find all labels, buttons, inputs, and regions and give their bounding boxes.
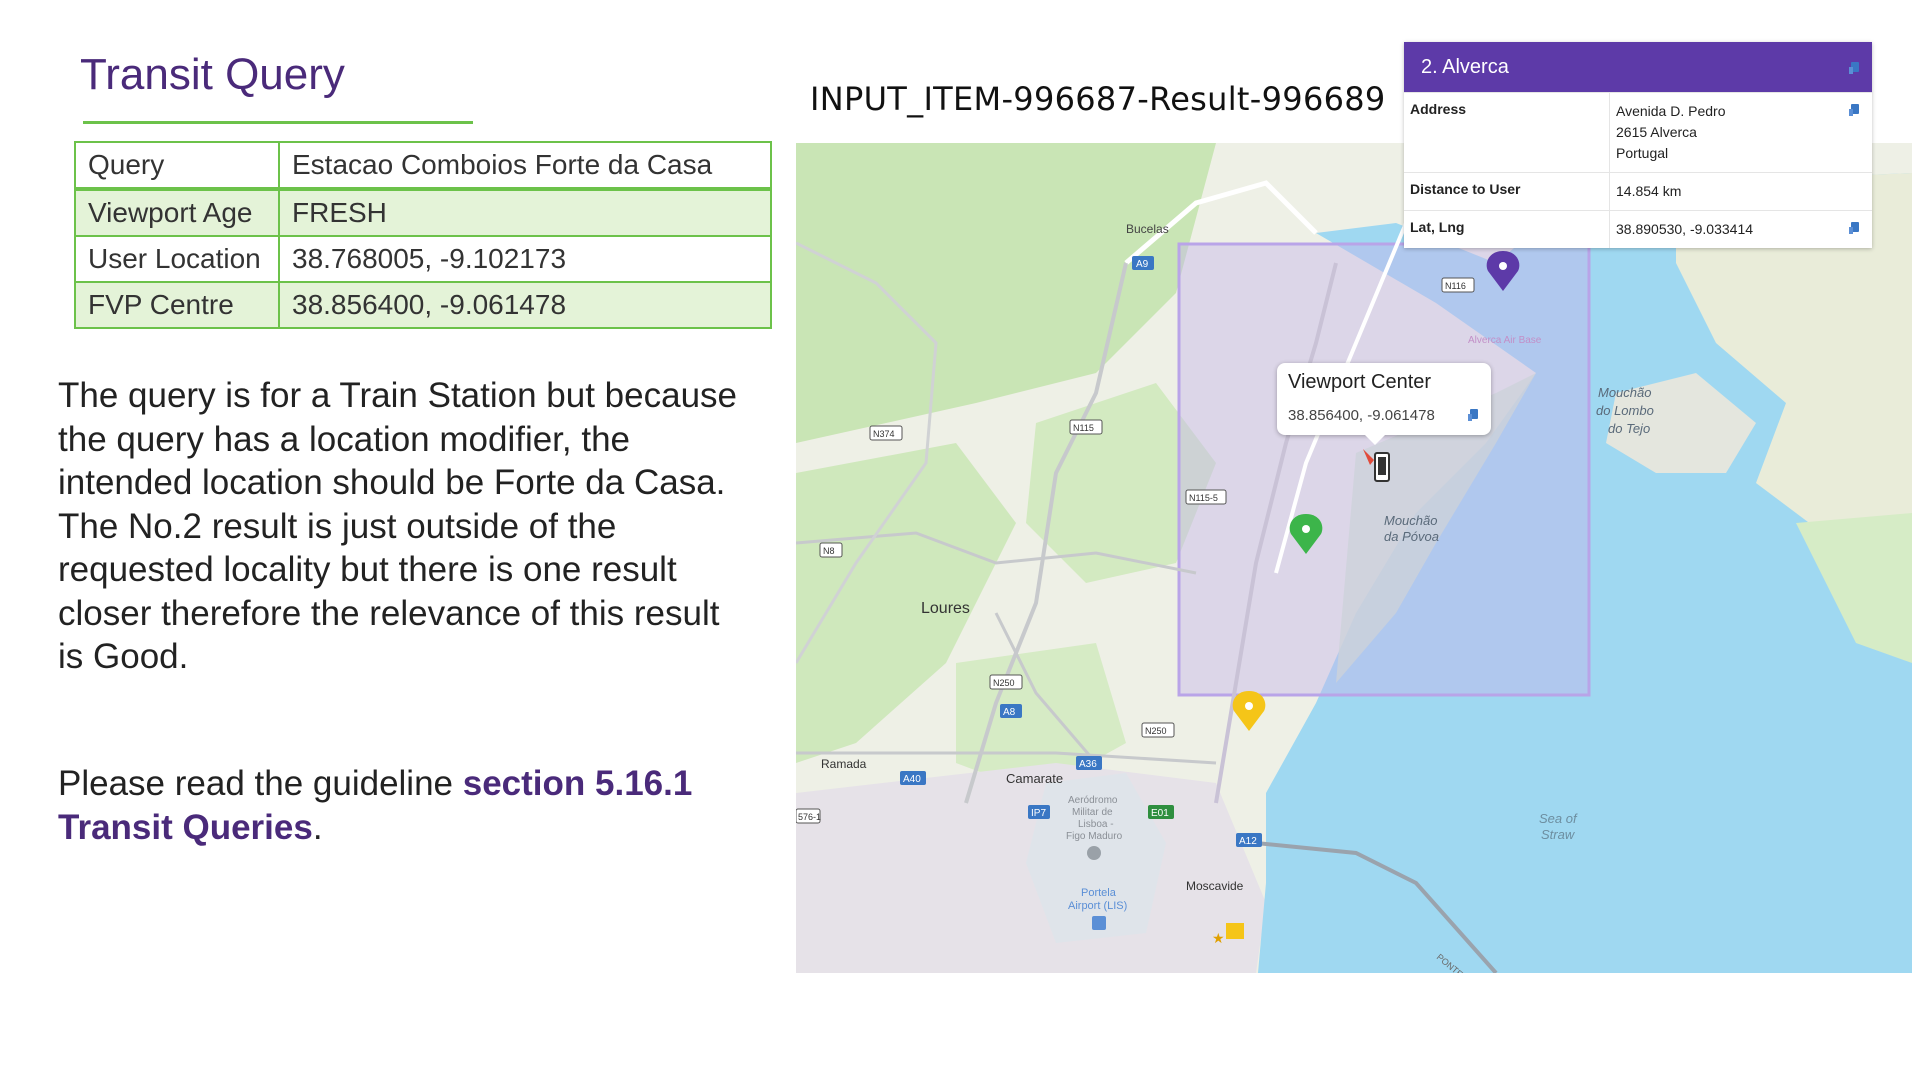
map-label-aerodromo-1: Aeródromo [1068,795,1118,806]
title-underline [83,121,473,124]
user-location-label: User Location [74,235,280,283]
svg-text:N250: N250 [1145,726,1167,736]
explanation-paragraph-1: The query is for a Train Station but bec… [58,376,737,502]
map-view[interactable]: Bucelas Loures Ramada Camarate Moscavide… [796,143,1912,973]
map-label-ramada: Ramada [821,757,867,771]
result-latlng-row: Lat, Lng 38.890530, -9.033414 [1404,210,1872,248]
map-label-portela-2: Airport (LIS) [1068,900,1127,912]
guideline-prefix: Please read the guideline [58,764,463,803]
map-label-mouchao-lombo-1: Mouchão [1598,385,1651,400]
address-line: 2615 Alverca [1616,124,1697,140]
map-label-mouchao-lombo-2: do Lombo [1596,403,1654,418]
map-label-mouchao-povoa-2: da Póvoa [1384,529,1439,544]
svg-text:A9: A9 [1136,259,1149,270]
map-label-bucelas: Bucelas [1126,222,1169,236]
item-id-label: INPUT_ITEM-996687-Result-996689 [810,80,1386,118]
viewport-center-coords: 38.856400, -9.061478 [1288,407,1435,424]
guideline-note: Please read the guideline section 5.16.1… [58,762,758,849]
svg-text:A36: A36 [1079,759,1097,770]
svg-text:N8: N8 [823,546,835,556]
rating-explanation: The query is for a Train Station but bec… [58,374,738,679]
svg-text:★: ★ [1212,931,1225,947]
result-distance-row: Distance to User 14.854 km [1404,172,1872,210]
table-row: FVP Centre 38.856400, -9.061478 [74,281,772,329]
latlng-label: Lat, Lng [1404,211,1610,248]
road-shield-a12: A12 [1236,833,1262,847]
table-row: User Location 38.768005, -9.102173 [74,235,772,283]
map-label-sea-of-straw-2: Straw [1541,827,1576,842]
svg-text:A12: A12 [1239,836,1257,847]
result-details-card: 2. Alverca Address Avenida D. Pedro 2615… [1404,42,1872,248]
map-label-aerodromo-3: Lisboa - [1078,819,1114,830]
distance-label: Distance to User [1404,173,1610,210]
road-shield-576-1: 576-1 [796,808,821,824]
svg-text:N115: N115 [1073,423,1094,433]
road-shield-n8: N8 [819,542,843,558]
viewport-center-tooltip: Viewport Center 38.856400, -9.061478 [1277,363,1491,445]
road-shield-a9: A9 [1132,256,1154,270]
copy-result-icon[interactable] [1848,58,1862,81]
copy-address-icon[interactable] [1848,103,1862,120]
road-shield-n374: N374 [869,425,903,441]
map-label-sea-of-straw-1: Sea of [1539,811,1578,826]
latlng-value: 38.890530, -9.033414 [1616,221,1754,237]
fvp-centre-value: 38.856400, -9.061478 [278,281,772,329]
guideline-suffix: . [312,807,323,847]
table-row: Viewport Age FRESH [74,188,772,237]
query-label: Query [74,141,280,190]
fvp-centre-label: FVP Centre [74,281,280,329]
svg-text:N374: N374 [873,429,895,439]
road-shield-a8: A8 [1000,704,1022,718]
result-card-header: 2. Alverca [1404,42,1872,92]
svg-text:E01: E01 [1151,808,1169,819]
viewport-center-title: Viewport Center [1288,371,1432,393]
address-value: Avenida D. Pedro 2615 Alverca Portugal [1610,93,1872,172]
map-label-mouchao-povoa-1: Mouchão [1384,513,1437,528]
result-address-row: Address Avenida D. Pedro 2615 Alverca Po… [1404,92,1872,172]
viewport-age-label: Viewport Age [74,188,280,237]
svg-text:N115-5: N115-5 [1189,493,1218,503]
slide-title: Transit Query [80,50,345,99]
address-label: Address [1404,93,1610,172]
svg-text:IP7: IP7 [1031,808,1046,819]
map-label-loures: Loures [921,600,970,617]
copy-latlng-icon[interactable] [1848,221,1862,238]
road-shield-ip7: IP7 [1028,805,1050,819]
map-label-aerodromo-2: Militar de [1072,807,1113,818]
user-location-value: 38.768005, -9.102173 [278,235,772,283]
map-label-moscavide: Moscavide [1186,879,1244,893]
map-label-aerodromo-4: Figo Maduro [1066,831,1123,842]
explanation-paragraph-2: The No.2 result is just outside of the r… [58,506,720,677]
table-row: Query Estacao Comboios Forte da Casa [74,141,772,190]
copy-coords-icon[interactable] [1467,408,1481,427]
airport-icon [1092,916,1106,930]
aerodromo-icon [1087,846,1101,860]
address-line: Portugal [1616,145,1669,161]
svg-text:A40: A40 [903,774,921,785]
map-label-portela-1: Portela [1081,887,1117,899]
distance-value: 14.854 km [1616,183,1682,199]
road-shield-n250-b: N250 [1141,722,1175,738]
address-line: Avenida D. Pedro [1616,103,1726,119]
map-label-alverca-air-base: Alverca Air Base [1468,335,1542,346]
query-value: Estacao Comboios Forte da Casa [278,141,772,190]
map-label-mouchao-lombo-3: do Tejo [1608,421,1650,436]
road-shield-n250-a: N250 [989,674,1023,690]
svg-text:576-1: 576-1 [798,812,821,822]
map-label-camarate: Camarate [1006,771,1063,786]
svg-text:N250: N250 [993,678,1015,688]
road-shield-n116: N116 [1441,277,1475,293]
viewport-age-value: FRESH [278,188,772,237]
query-info-table: Query Estacao Comboios Forte da Casa Vie… [74,141,772,329]
road-shield-n115-5: N115-5 [1185,489,1227,505]
svg-text:A8: A8 [1003,707,1016,718]
result-card-title: 2. Alverca [1421,55,1509,78]
svg-text:N116: N116 [1445,281,1466,291]
road-shield-a40: A40 [900,771,926,785]
road-shield-n115: N115 [1069,419,1103,435]
road-shield-e01: E01 [1148,805,1174,819]
road-shield-a36: A36 [1076,756,1102,770]
